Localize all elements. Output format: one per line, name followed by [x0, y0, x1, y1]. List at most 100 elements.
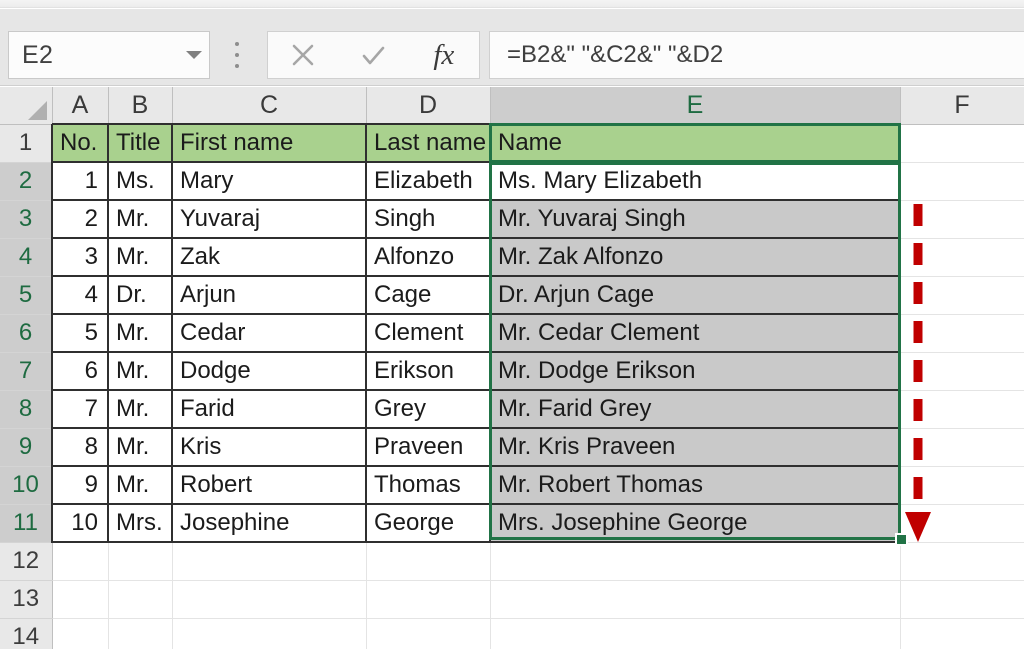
insert-function-button[interactable]: fx — [409, 32, 479, 78]
fill-handle[interactable] — [895, 533, 908, 546]
cell-f5[interactable] — [900, 276, 1024, 315]
formula-input[interactable]: =B2&" "&C2&" "&D2 — [489, 31, 1024, 79]
cell-b13[interactable] — [108, 580, 173, 619]
cell-d7[interactable]: Erikson — [366, 352, 491, 391]
column-header-d[interactable]: D — [366, 87, 491, 125]
cell-c2[interactable]: Mary — [172, 162, 367, 201]
cell-b5[interactable]: Dr. — [108, 276, 173, 315]
column-header-e[interactable]: E — [490, 87, 901, 125]
chevron-down-icon[interactable] — [179, 51, 209, 59]
cell-f1[interactable] — [900, 124, 1024, 163]
cell-a5[interactable]: 4 — [51, 276, 109, 315]
cell-d1[interactable]: Last name — [366, 123, 491, 163]
cell-c13[interactable] — [172, 580, 367, 619]
cell-b3[interactable]: Mr. — [108, 200, 173, 239]
cell-a7[interactable]: 6 — [51, 352, 109, 391]
row-header-8[interactable]: 8 — [0, 390, 53, 429]
cell-e4[interactable]: Mr. Zak Alfonzo — [490, 238, 901, 277]
column-header-f[interactable]: F — [900, 87, 1024, 125]
cell-e8[interactable]: Mr. Farid Grey — [490, 390, 901, 429]
cell-c12[interactable] — [172, 542, 367, 581]
cell-c4[interactable]: Zak — [172, 238, 367, 277]
cell-f10[interactable] — [900, 466, 1024, 505]
cell-e13[interactable] — [490, 580, 901, 619]
cell-e7[interactable]: Mr. Dodge Erikson — [490, 352, 901, 391]
cell-b6[interactable]: Mr. — [108, 314, 173, 353]
row-header-5[interactable]: 5 — [0, 276, 53, 315]
cell-e2[interactable]: Ms. Mary Elizabeth — [490, 162, 901, 201]
cell-d2[interactable]: Elizabeth — [366, 162, 491, 201]
cell-b11[interactable]: Mrs. — [108, 504, 173, 543]
cell-b8[interactable]: Mr. — [108, 390, 173, 429]
cell-f6[interactable] — [900, 314, 1024, 353]
cell-b4[interactable]: Mr. — [108, 238, 173, 277]
cell-a10[interactable]: 9 — [51, 466, 109, 505]
cell-d9[interactable]: Praveen — [366, 428, 491, 467]
cell-f14[interactable] — [900, 618, 1024, 649]
cell-a2[interactable]: 1 — [51, 162, 109, 201]
cell-e10[interactable]: Mr. Robert Thomas — [490, 466, 901, 505]
cell-a4[interactable]: 3 — [51, 238, 109, 277]
cell-f7[interactable] — [900, 352, 1024, 391]
cell-a9[interactable]: 8 — [51, 428, 109, 467]
cell-d12[interactable] — [366, 542, 491, 581]
cell-a12[interactable] — [52, 542, 109, 581]
cell-c6[interactable]: Cedar — [172, 314, 367, 353]
cell-d10[interactable]: Thomas — [366, 466, 491, 505]
cell-c7[interactable]: Dodge — [172, 352, 367, 391]
row-header-4[interactable]: 4 — [0, 238, 53, 277]
row-header-11[interactable]: 11 — [0, 504, 53, 543]
row-header-7[interactable]: 7 — [0, 352, 53, 391]
cell-c10[interactable]: Robert — [172, 466, 367, 505]
column-header-c[interactable]: C — [172, 87, 367, 125]
cell-c14[interactable] — [172, 618, 367, 649]
cell-e11[interactable]: Mrs. Josephine George — [490, 504, 901, 543]
cell-d4[interactable]: Alfonzo — [366, 238, 491, 277]
enter-button[interactable] — [338, 32, 408, 78]
cell-f11[interactable] — [900, 504, 1024, 543]
cell-b9[interactable]: Mr. — [108, 428, 173, 467]
cell-d5[interactable]: Cage — [366, 276, 491, 315]
cell-c9[interactable]: Kris — [172, 428, 367, 467]
cell-a1[interactable]: No. — [51, 123, 109, 163]
name-box[interactable]: E2 — [8, 31, 210, 79]
row-header-14[interactable]: 14 — [0, 618, 53, 649]
cell-c3[interactable]: Yuvaraj — [172, 200, 367, 239]
cell-e1[interactable]: Name — [490, 123, 901, 163]
cell-f13[interactable] — [900, 580, 1024, 619]
row-header-12[interactable]: 12 — [0, 542, 53, 581]
column-header-b[interactable]: B — [108, 87, 173, 125]
select-all-corner[interactable] — [0, 87, 53, 125]
cell-f9[interactable] — [900, 428, 1024, 467]
column-header-a[interactable]: A — [52, 87, 109, 125]
row-header-10[interactable]: 10 — [0, 466, 53, 505]
cell-e9[interactable]: Mr. Kris Praveen — [490, 428, 901, 467]
row-header-9[interactable]: 9 — [0, 428, 53, 467]
cell-d14[interactable] — [366, 618, 491, 649]
cell-e3[interactable]: Mr. Yuvaraj Singh — [490, 200, 901, 239]
cancel-button[interactable] — [268, 32, 338, 78]
cell-f8[interactable] — [900, 390, 1024, 429]
cell-c5[interactable]: Arjun — [172, 276, 367, 315]
cell-d13[interactable] — [366, 580, 491, 619]
row-header-2[interactable]: 2 — [0, 162, 53, 201]
cell-f4[interactable] — [900, 238, 1024, 277]
cell-d11[interactable]: George — [366, 504, 491, 543]
cell-b2[interactable]: Ms. — [108, 162, 173, 201]
cell-e6[interactable]: Mr. Cedar Clement — [490, 314, 901, 353]
cell-c11[interactable]: Josephine — [172, 504, 367, 543]
cell-b7[interactable]: Mr. — [108, 352, 173, 391]
cell-e12[interactable] — [490, 542, 901, 581]
cell-e14[interactable] — [490, 618, 901, 649]
cell-c1[interactable]: First name — [172, 123, 367, 163]
cell-a3[interactable]: 2 — [51, 200, 109, 239]
cell-d3[interactable]: Singh — [366, 200, 491, 239]
cell-f12[interactable] — [900, 542, 1024, 581]
cell-a14[interactable] — [52, 618, 109, 649]
cell-b12[interactable] — [108, 542, 173, 581]
cell-d8[interactable]: Grey — [366, 390, 491, 429]
row-header-13[interactable]: 13 — [0, 580, 53, 619]
cell-c8[interactable]: Farid — [172, 390, 367, 429]
cell-a8[interactable]: 7 — [51, 390, 109, 429]
row-header-3[interactable]: 3 — [0, 200, 53, 239]
